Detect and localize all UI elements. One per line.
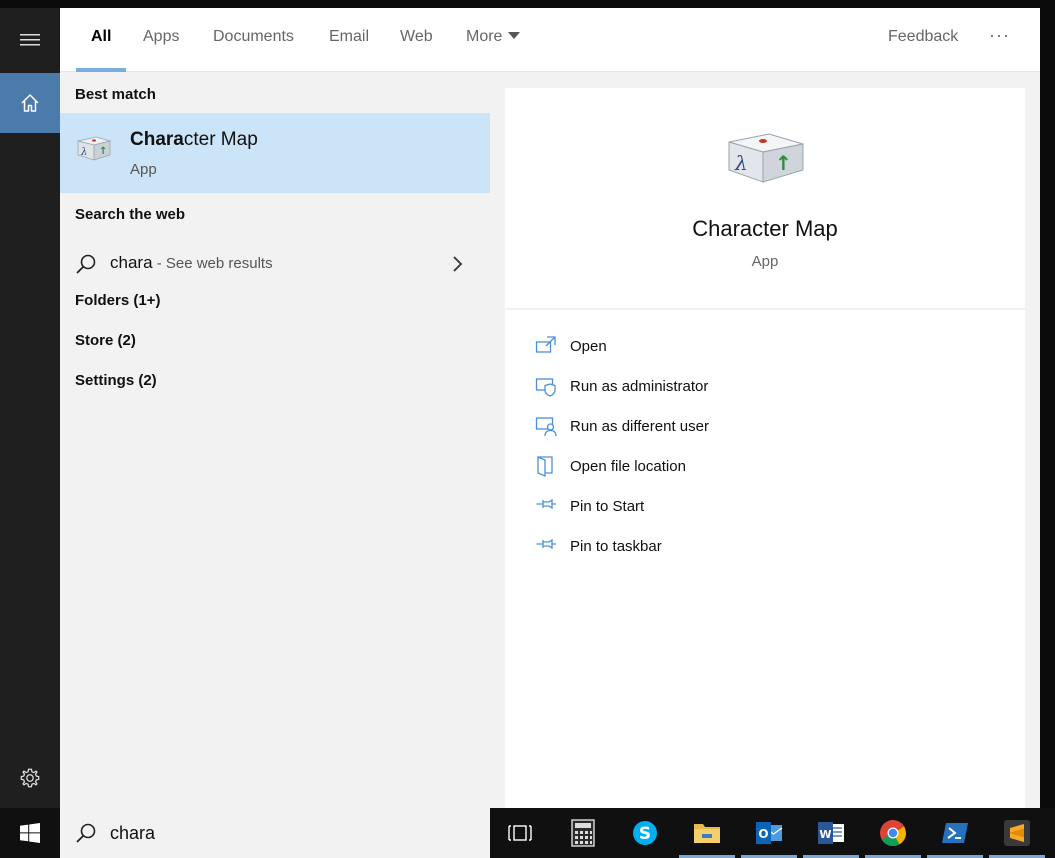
best-match-title: Character Map — [130, 129, 258, 151]
filter-tab-bar: All Apps Documents Email Web More Feedba… — [60, 8, 1040, 72]
tab-more[interactable]: More — [466, 28, 521, 46]
character-map-large-icon: λ ↑ — [728, 133, 804, 183]
taskbar-sublime-text[interactable] — [987, 808, 1047, 858]
active-tab-indicator — [76, 68, 126, 72]
pin-to-taskbar-action[interactable]: Pin to taskbar — [535, 535, 935, 565]
open-icon — [535, 336, 556, 353]
search-icon — [76, 254, 96, 274]
folder-icon — [537, 456, 553, 477]
taskbar-word[interactable]: W — [801, 808, 861, 858]
best-match-title-match: Chara — [130, 129, 184, 150]
skype-icon: S — [633, 821, 657, 845]
open-file-location-action[interactable]: Open file location — [535, 455, 935, 485]
chrome-icon — [880, 820, 907, 847]
open-label: Open — [570, 338, 607, 355]
word-icon: W — [818, 822, 844, 844]
left-rail — [0, 8, 60, 808]
pin-to-start-label: Pin to Start — [570, 498, 645, 515]
best-match-heading: Best match — [75, 86, 156, 103]
powershell-icon — [942, 823, 968, 843]
sublime-text-icon — [1004, 820, 1030, 846]
results-list: Best match λ ↑ Character Map App Search … — [60, 73, 490, 808]
tab-more-label: More — [466, 28, 503, 45]
web-hint: - See web results — [152, 255, 273, 272]
run-as-different-user-action[interactable]: Run as different user — [535, 415, 935, 445]
search-web-heading: Search the web — [75, 206, 186, 223]
web-query: chara — [110, 253, 153, 272]
taskbar-chrome[interactable] — [863, 808, 923, 858]
svg-text:W: W — [819, 828, 831, 841]
taskbar-powershell[interactable] — [925, 808, 985, 858]
hamburger-icon — [20, 34, 40, 46]
chevron-right-icon — [453, 256, 463, 272]
tab-web[interactable]: Web — [400, 28, 433, 46]
tab-email[interactable]: Email — [329, 28, 369, 46]
calculator-icon — [571, 819, 595, 847]
start-search-screen: All Apps Documents Email Web More Feedba… — [0, 0, 1055, 858]
gear-icon — [20, 768, 40, 788]
svg-text:O: O — [758, 827, 768, 841]
preview-pane: λ ↑ Character Map App Open Run as admini… — [505, 88, 1025, 808]
file-explorer-icon — [694, 824, 720, 843]
open-file-location-label: Open file location — [570, 458, 686, 475]
web-query-text: chara - See web results — [110, 253, 273, 273]
pin-to-start-action[interactable]: Pin to Start — [535, 495, 935, 525]
tab-documents[interactable]: Documents — [213, 28, 294, 46]
character-map-icon: λ ↑ — [77, 136, 112, 161]
best-match-subtitle: App — [130, 161, 157, 178]
taskbar-skype[interactable]: S — [615, 808, 675, 858]
taskbar-outlook[interactable]: O — [739, 808, 799, 858]
outlook-icon: O — [756, 822, 783, 844]
more-options-button[interactable]: ··· — [989, 25, 1010, 46]
preview-divider — [505, 308, 1025, 310]
run-as-administrator-action[interactable]: Run as administrator — [535, 375, 935, 405]
open-action[interactable]: Open — [535, 335, 935, 365]
shield-icon — [535, 378, 556, 397]
tab-all[interactable]: All — [91, 28, 111, 46]
svg-text:↑: ↑ — [775, 151, 792, 175]
taskbar-search-box[interactable] — [60, 808, 490, 858]
start-button[interactable] — [0, 808, 60, 858]
pin-icon — [536, 498, 556, 510]
search-input[interactable] — [110, 820, 470, 846]
search-icon — [76, 823, 96, 843]
web-search-result[interactable]: chara - See web results — [60, 243, 490, 285]
home-icon — [21, 94, 39, 112]
svg-text:↑: ↑ — [99, 146, 107, 157]
task-view-button[interactable] — [490, 808, 550, 858]
menu-button[interactable] — [0, 8, 60, 72]
best-match-item[interactable]: λ ↑ Character Map App — [60, 113, 490, 193]
run-as-administrator-label: Run as administrator — [570, 378, 709, 395]
category-settings[interactable]: Settings (2) — [75, 372, 157, 389]
home-button[interactable] — [0, 73, 60, 133]
svg-text:S: S — [639, 824, 651, 844]
best-match-title-rest: cter Map — [183, 129, 258, 150]
settings-button[interactable] — [0, 752, 60, 804]
taskbar-file-explorer[interactable] — [677, 808, 737, 858]
category-store[interactable]: Store (2) — [75, 332, 136, 349]
taskbar: S O W — [0, 808, 1055, 858]
search-panel: All Apps Documents Email Web More Feedba… — [60, 8, 1040, 808]
feedback-link[interactable]: Feedback — [888, 28, 958, 46]
category-folders[interactable]: Folders (1+) — [75, 292, 160, 309]
pin-to-taskbar-label: Pin to taskbar — [570, 538, 662, 555]
pin-icon — [536, 538, 556, 550]
windows-logo-icon — [20, 823, 40, 843]
caret-down-icon — [508, 32, 521, 39]
taskbar-calculator[interactable] — [553, 808, 613, 858]
tab-apps[interactable]: Apps — [143, 28, 179, 46]
task-view-icon — [508, 825, 532, 841]
preview-title: Character Map — [692, 216, 838, 241]
svg-text:λ: λ — [80, 147, 87, 158]
user-icon — [535, 417, 557, 437]
run-as-different-user-label: Run as different user — [570, 418, 709, 435]
svg-text:λ: λ — [734, 151, 748, 175]
preview-subtitle: App — [751, 253, 779, 270]
